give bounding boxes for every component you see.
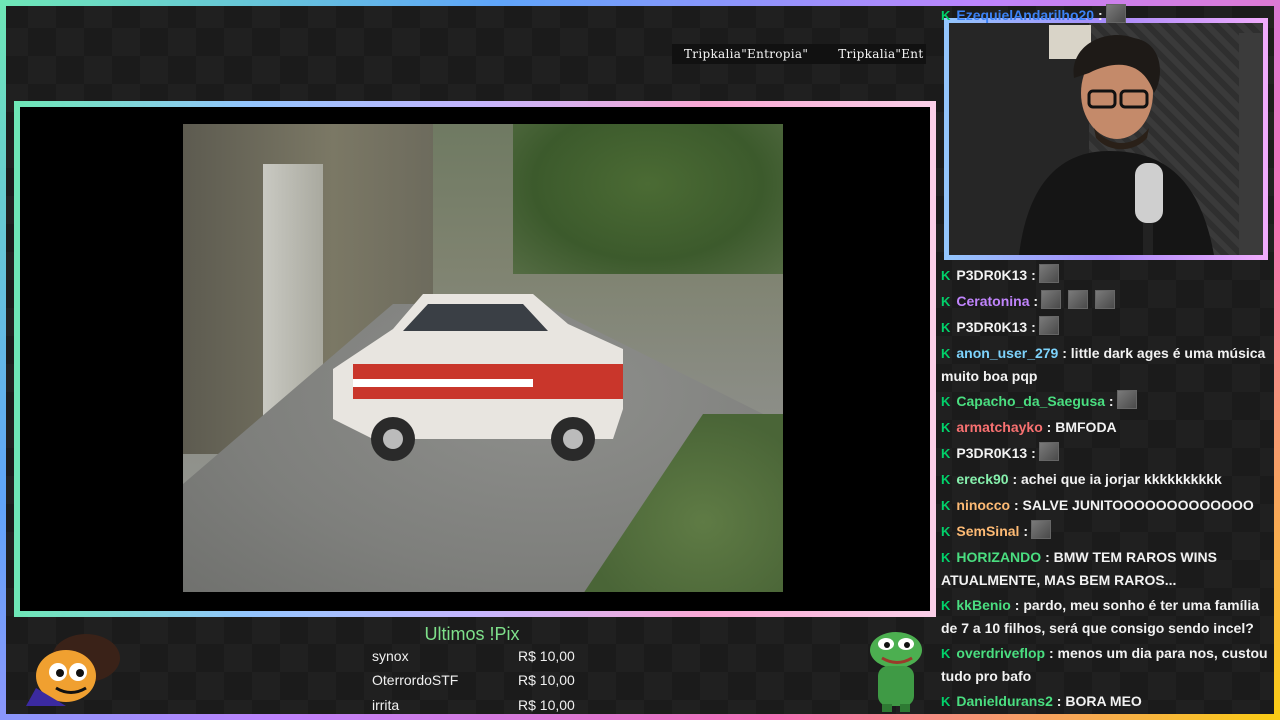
chat-text: SALVE JUNITOOOOOOOOOOOOO: [1022, 497, 1254, 513]
chat-message: K HORIZANDO : BMW TEM RAROS WINS ATUALMEN…: [941, 546, 1269, 591]
kick-k-icon: K: [941, 472, 951, 487]
chat-username[interactable]: ninocco: [956, 497, 1010, 513]
emote-icon: [1041, 290, 1062, 309]
trees: [513, 124, 783, 274]
pepe-frog-icon: [870, 632, 922, 712]
chat-separator: :: [1062, 345, 1067, 361]
chat-message: K Ceratonina :: [941, 290, 1269, 313]
pix-donor-name: OterrordoSTF: [372, 672, 459, 688]
kick-k-icon: K: [941, 446, 951, 461]
kick-k-icon: K: [941, 294, 951, 309]
pix-amount: R$ 10,00: [518, 672, 575, 688]
emote-icon: [1038, 316, 1059, 335]
chat-username[interactable]: P3DR0K13: [956, 445, 1027, 461]
emote-icon: [1030, 520, 1051, 539]
chat-separator: :: [1031, 319, 1036, 335]
chat-message: Karmatchayko : BMFODA: [941, 416, 1269, 439]
emote-icon: [1067, 290, 1088, 309]
chat-separator: :: [1012, 471, 1018, 487]
rally-car: [333, 294, 623, 461]
chat-username[interactable]: HORIZANDO: [956, 549, 1041, 565]
video-player[interactable]: [14, 101, 936, 617]
chat-separator: :: [1108, 393, 1114, 409]
chat-message: Kanon_user_279 : little dark ages é uma …: [941, 342, 1269, 387]
emote-icon: [1105, 4, 1126, 23]
ticker-text-1: Tripkalia"Entropia": [684, 47, 809, 61]
chat-separator: :: [1023, 523, 1028, 539]
chat-message: K P3DR0K13 :: [941, 316, 1269, 339]
ticker-text-2: Tripkalia"Ent: [838, 47, 924, 61]
kick-k-icon: K: [941, 550, 951, 565]
kick-k-icon: K: [941, 524, 951, 539]
emote-icon: [1116, 390, 1137, 409]
chat-message: K Capacho_da_Saegusa :: [941, 390, 1269, 413]
kick-k-icon: K: [941, 694, 951, 709]
chat-message: Kereck90 : achei que ia jorjar kkkkkkkkk…: [941, 468, 1269, 491]
chat-text: achei que ia jorjar kkkkkkkkkk: [1021, 471, 1222, 487]
kick-k-icon: K: [941, 320, 951, 335]
pix-amount: R$ 10,00: [518, 697, 575, 713]
chat-separator: :: [1031, 445, 1036, 461]
chat-username[interactable]: SemSinal: [956, 523, 1019, 539]
rally-video-frame: [183, 124, 783, 592]
kick-k-icon: K: [941, 646, 951, 661]
chat-username[interactable]: kkBenio: [956, 597, 1010, 613]
kick-k-icon: K: [941, 268, 951, 283]
chat-username[interactable]: anon_user_279: [956, 345, 1058, 361]
chat-text: BORA MEO: [1065, 693, 1142, 709]
chat-username[interactable]: P3DR0K13: [956, 267, 1027, 283]
pix-donor-name: irrita: [372, 697, 400, 713]
emote-icon: [1094, 290, 1115, 309]
chat-separator: :: [1048, 645, 1054, 661]
pix-donor-name: synox: [372, 648, 409, 664]
chat-username[interactable]: Capacho_da_Saegusa: [956, 393, 1105, 409]
chat-username[interactable]: Ceratonina: [956, 293, 1029, 309]
emote-icon: [1038, 442, 1059, 461]
chat-message: K EzequielAndarilho20 :: [941, 4, 1269, 27]
chat-separator: :: [1014, 597, 1020, 613]
chat-message: K Danieldurans2 : BORA MEO: [941, 690, 1269, 713]
chat-separator: :: [1031, 267, 1036, 283]
chat-separator: :: [1013, 497, 1019, 513]
chat-message: Koverdriveflop : menos um dia para nos, …: [941, 642, 1269, 687]
chat-message: KkkBenio : pardo, meu sonho é ter uma fa…: [941, 594, 1269, 639]
chat-username[interactable]: P3DR0K13: [956, 319, 1027, 335]
chat-separator: :: [1097, 7, 1103, 23]
kick-k-icon: K: [941, 346, 951, 361]
chat-username[interactable]: overdriveflop: [956, 645, 1045, 661]
chat-separator: :: [1045, 549, 1050, 565]
kick-k-icon: K: [941, 498, 951, 513]
chat-panel: K EzequielAndarilho20 : K P3DR0K13 : K Cera…: [936, 0, 1274, 720]
chat-message: K P3DR0K13 :: [941, 264, 1269, 287]
kick-k-icon: K: [941, 598, 951, 613]
chat-text: BMFODA: [1055, 419, 1117, 435]
kick-k-icon: K: [941, 8, 951, 23]
chat-separator: :: [1046, 419, 1052, 435]
emote-icon: [1038, 264, 1059, 283]
kick-k-icon: K: [941, 394, 951, 409]
chat-separator: :: [1056, 693, 1062, 709]
chat-message: K P3DR0K13 :: [941, 442, 1269, 465]
chat-message: Kninocco : SALVE JUNITOOOOOOOOOOOOO: [941, 494, 1269, 517]
cartoon-mascot-icon: [26, 634, 120, 706]
now-playing-ticker: Tripkalia"Entropia" Tripkalia"Ent: [672, 44, 926, 64]
chat-username[interactable]: armatchayko: [956, 419, 1042, 435]
chat-username[interactable]: EzequielAndarilho20: [956, 7, 1094, 23]
pix-title: Ultimos !Pix: [424, 624, 520, 644]
chat-separator: :: [1033, 293, 1039, 309]
chat-username[interactable]: Danieldurans2: [956, 693, 1052, 709]
chat-message: K SemSinal :: [941, 520, 1269, 543]
kick-k-icon: K: [941, 420, 951, 435]
chat-username[interactable]: ereck90: [956, 471, 1008, 487]
pix-amount: R$ 10,00: [518, 648, 575, 664]
